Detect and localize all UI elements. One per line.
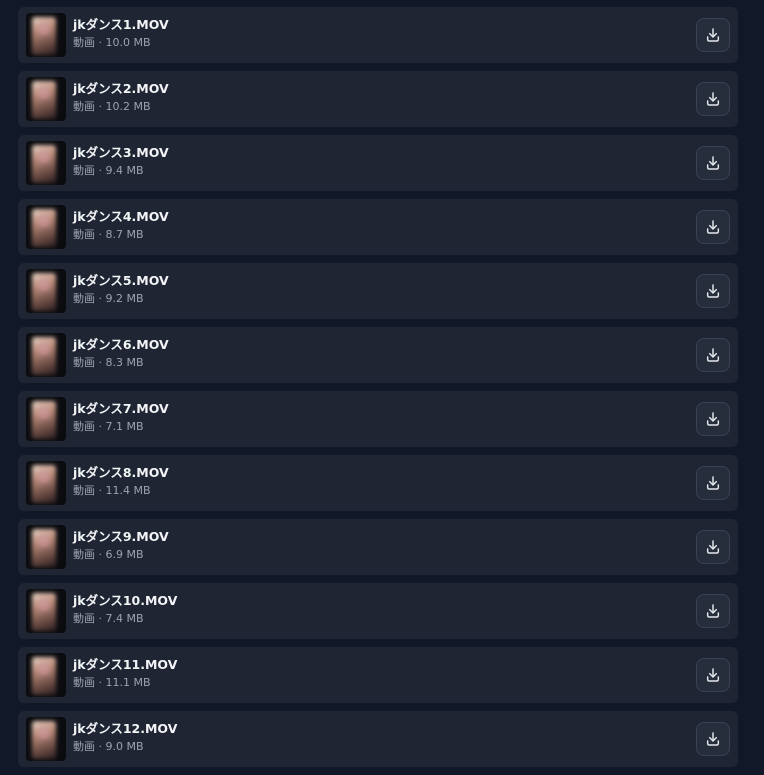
file-row: jkダンス11.MOV 動画 · 11.1 MB [18,647,738,703]
file-meta: 動画 · 10.2 MB [73,100,151,113]
file-name: jkダンス6.MOV [73,337,169,352]
file-row: jkダンス7.MOV 動画 · 7.1 MB [18,391,738,447]
video-thumbnail [26,397,66,441]
file-name: jkダンス10.MOV [73,593,178,608]
file-name: jkダンス3.MOV [73,145,169,160]
file-row: jkダンス5.MOV 動画 · 9.2 MB [18,263,738,319]
download-icon [706,284,720,298]
file-meta: 動画 · 8.7 MB [73,228,144,241]
video-thumbnail [26,525,66,569]
download-button[interactable] [696,82,730,116]
file-list: jkダンス1.MOV 動画 · 10.0 MB jkダンス2.MOV 動画 · … [18,7,738,775]
file-meta: 動画 · 11.1 MB [73,676,151,689]
file-meta: 動画 · 11.4 MB [73,484,151,497]
video-thumbnail [26,205,66,249]
video-thumbnail [26,13,66,57]
file-meta: 動画 · 8.3 MB [73,356,144,369]
download-button[interactable] [696,146,730,180]
file-name: jkダンス7.MOV [73,401,169,416]
file-row: jkダンス4.MOV 動画 · 8.7 MB [18,199,738,255]
video-thumbnail [26,269,66,313]
download-button[interactable] [696,594,730,628]
file-meta: 動画 · 10.0 MB [73,36,151,49]
file-name: jkダンス1.MOV [73,17,169,32]
download-button[interactable] [696,210,730,244]
download-button[interactable] [696,18,730,52]
download-icon [706,476,720,490]
file-row: jkダンス3.MOV 動画 · 9.4 MB [18,135,738,191]
download-button[interactable] [696,658,730,692]
file-name: jkダンス2.MOV [73,81,169,96]
video-thumbnail [26,589,66,633]
file-row: jkダンス9.MOV 動画 · 6.9 MB [18,519,738,575]
file-row: jkダンス2.MOV 動画 · 10.2 MB [18,71,738,127]
download-icon [706,540,720,554]
video-thumbnail [26,653,66,697]
file-name: jkダンス9.MOV [73,529,169,544]
download-button[interactable] [696,722,730,756]
file-meta: 動画 · 9.2 MB [73,292,144,305]
file-meta: 動画 · 6.9 MB [73,548,144,561]
file-meta: 動画 · 9.4 MB [73,164,144,177]
file-row: jkダンス1.MOV 動画 · 10.0 MB [18,7,738,63]
video-thumbnail [26,77,66,121]
file-row: jkダンス6.MOV 動画 · 8.3 MB [18,327,738,383]
video-thumbnail [26,141,66,185]
video-thumbnail [26,333,66,377]
download-icon [706,668,720,682]
file-meta: 動画 · 7.4 MB [73,612,144,625]
download-button[interactable] [696,530,730,564]
file-row: jkダンス8.MOV 動画 · 11.4 MB [18,455,738,511]
file-row: jkダンス10.MOV 動画 · 7.4 MB [18,583,738,639]
video-thumbnail [26,717,66,761]
file-meta: 動画 · 9.0 MB [73,740,144,753]
download-button[interactable] [696,338,730,372]
download-icon [706,28,720,42]
download-button[interactable] [696,274,730,308]
download-icon [706,348,720,362]
file-name: jkダンス11.MOV [73,657,178,672]
download-icon [706,412,720,426]
download-icon [706,220,720,234]
download-icon [706,156,720,170]
file-name: jkダンス12.MOV [73,721,178,736]
file-meta: 動画 · 7.1 MB [73,420,144,433]
file-name: jkダンス4.MOV [73,209,169,224]
file-name: jkダンス8.MOV [73,465,169,480]
video-thumbnail [26,461,66,505]
download-icon [706,732,720,746]
download-icon [706,604,720,618]
file-name: jkダンス5.MOV [73,273,169,288]
download-button[interactable] [696,402,730,436]
download-icon [706,92,720,106]
file-row: jkダンス12.MOV 動画 · 9.0 MB [18,711,738,767]
download-button[interactable] [696,466,730,500]
